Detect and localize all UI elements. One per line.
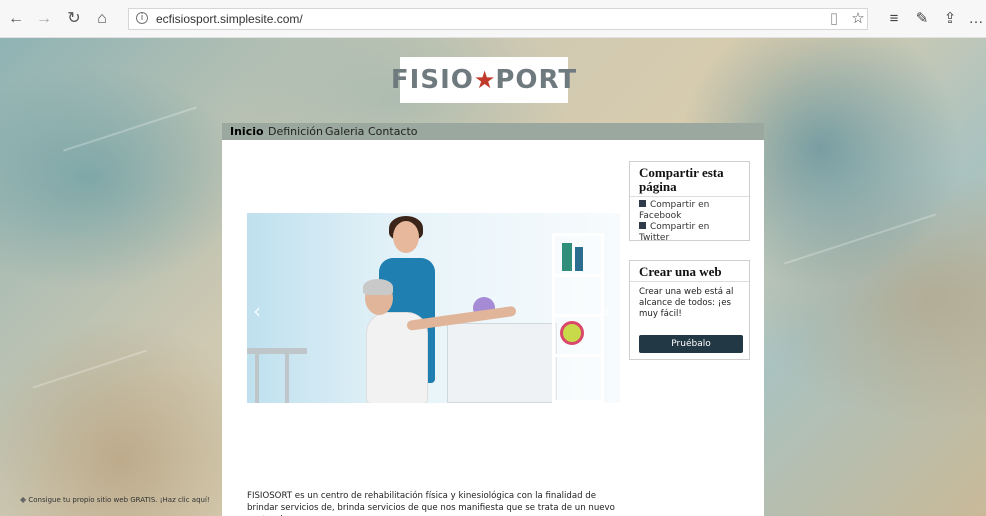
nav-inicio[interactable]: Inicio — [230, 125, 264, 138]
create-site-widget: Crear una web Crear una web está al alca… — [629, 260, 750, 360]
simplesite-icon: ◆ — [20, 495, 27, 504]
divider — [630, 281, 749, 282]
share-widget: Compartir esta página Compartir en Faceb… — [629, 161, 750, 244]
facebook-icon — [639, 200, 646, 207]
share-facebook-link[interactable]: Compartir en Facebook — [630, 200, 749, 222]
texture-streak — [63, 106, 197, 152]
favorite-star-icon[interactable]: ☆ — [848, 9, 868, 29]
nav-definicion[interactable]: Definición — [268, 125, 323, 138]
slider-prev-icon[interactable]: ‹ — [253, 299, 261, 323]
book-graphic — [575, 247, 583, 271]
promo-text: Consigue tu propio sitio web GRATIS. ¡Ha… — [28, 496, 210, 504]
image-slider[interactable]: ‹ › — [247, 213, 620, 403]
site-nav: Inicio Definición Galeria Contacto — [222, 123, 764, 140]
texture-streak — [783, 213, 937, 265]
logo-text-part1: FISIO — [390, 65, 474, 95]
share-twitter-link[interactable]: Compartir en Twitter — [630, 222, 749, 244]
mat-roll-graphic — [560, 321, 584, 345]
browser-toolbar: ← → ↻ ⌂ i ecfisiosport.simplesite.com/ ▯… — [0, 0, 986, 38]
reading-view-icon[interactable]: ▯ — [824, 9, 844, 29]
info-icon[interactable]: i — [136, 12, 148, 24]
create-widget-title: Crear una web — [639, 264, 722, 279]
texture-streak — [32, 349, 148, 389]
forward-icon[interactable]: → — [34, 9, 54, 29]
intro-paragraph: FISIOSORT es un centro de rehabilitación… — [247, 491, 615, 516]
try-it-button[interactable]: Pruébalo — [639, 335, 743, 353]
logo-text-part2: PORT — [495, 65, 578, 95]
more-icon[interactable]: … — [966, 9, 986, 29]
nav-contacto[interactable]: Contacto — [368, 125, 418, 138]
refresh-icon[interactable]: ↻ — [64, 9, 84, 29]
book-graphic — [562, 243, 572, 271]
slider-next-icon[interactable]: › — [603, 299, 611, 323]
share-twitter-label: Compartir en Twitter — [639, 222, 710, 243]
home-icon[interactable]: ⌂ — [92, 9, 112, 29]
nav-galeria[interactable]: Galeria — [325, 125, 364, 138]
favorites-list-icon[interactable]: ≡ — [884, 9, 904, 29]
share-facebook-label: Compartir en Facebook — [639, 200, 710, 221]
patient-hair — [363, 279, 393, 295]
divider — [630, 196, 749, 197]
share-widget-title: Compartir esta página — [639, 165, 724, 194]
twitter-icon — [639, 222, 646, 229]
site-logo[interactable]: FISIO ★ PORT — [391, 57, 576, 103]
url-text[interactable]: ecfisiosport.simplesite.com/ — [156, 12, 303, 26]
main-content: ‹ › Compartir esta página Compartir en F… — [222, 140, 764, 516]
share-icon[interactable]: ⇪ — [940, 9, 960, 29]
pen-icon[interactable]: ✎ — [912, 9, 932, 29]
back-icon[interactable]: ← — [6, 9, 26, 29]
runner-icon: ★ — [473, 66, 496, 94]
create-widget-text: Crear una web está al alcance de todos: … — [639, 287, 734, 319]
chair-graphic — [247, 338, 307, 403]
cabinet-graphic — [447, 323, 557, 403]
address-bar[interactable]: i ecfisiosport.simplesite.com/ — [128, 8, 868, 30]
therapist-head — [393, 221, 419, 253]
promo-link[interactable]: ◆ Consigue tu propio sitio web GRATIS. ¡… — [20, 495, 210, 504]
